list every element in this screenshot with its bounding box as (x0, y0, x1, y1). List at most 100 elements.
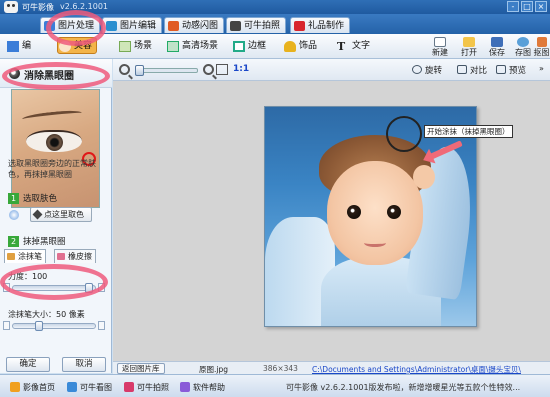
brush-size-label: 涂抹笔大小：50 像素 (8, 310, 85, 319)
new-icon (434, 37, 446, 47)
image-edit-icon (44, 21, 55, 31)
step-1: 1 选取肤色 (8, 192, 57, 204)
strength-decrease-button[interactable] (3, 283, 10, 292)
step-label: 抹掉黑眼圈 (23, 237, 66, 247)
zoom-slider[interactable] (135, 65, 198, 76)
strength-slider[interactable] (12, 283, 96, 293)
brush-size-increase-button[interactable] (98, 321, 105, 330)
slider-knob[interactable] (35, 321, 43, 331)
subtab-hd-scene[interactable]: 高清场景 (166, 38, 218, 55)
camera-icon (230, 21, 241, 31)
ok-button[interactable]: 确定 (6, 357, 50, 372)
zoom-out-icon[interactable] (119, 64, 130, 75)
edited-photo[interactable] (264, 106, 477, 327)
zoom-in-icon[interactable] (203, 64, 214, 75)
subtab-label: 饰品 (299, 41, 318, 51)
panel-title: 消除黑眼圈 (24, 71, 74, 82)
save-label: 保存 (489, 48, 505, 57)
fit-screen-icon[interactable] (216, 64, 228, 75)
expand-arrow-icon[interactable]: » (539, 64, 544, 73)
pick-color-label: 点这里取色 (44, 210, 84, 219)
close-button[interactable]: × (535, 1, 547, 12)
strength-label: 力度：100 (8, 272, 48, 281)
subtab-label: 美容 (74, 41, 93, 51)
status-camera-link[interactable]: 可牛拍照 (124, 382, 169, 393)
eyedropper-icon (32, 209, 43, 220)
open-button[interactable]: 打开 (456, 37, 482, 58)
save-button[interactable]: 保存 (484, 37, 510, 58)
minimize-button[interactable]: - (507, 1, 519, 12)
home-icon (10, 382, 20, 392)
zoom-knob[interactable] (135, 65, 144, 76)
tab-gift[interactable]: 礼品制作 (290, 17, 351, 33)
compare-button[interactable]: 对比 (457, 64, 487, 76)
app-logo-icon (4, 1, 18, 13)
status-bar: 影像首页 可牛看图 可牛拍照 软件帮助 可牛影像 v2.6.2.1001版发布啦… (0, 374, 550, 397)
canvas-toolbar: 1:1 旋转 对比 预览 » (113, 59, 550, 81)
new-button[interactable]: 新建 (427, 37, 453, 58)
tab-label: 橡皮擦 (68, 252, 92, 261)
back-to-library-button[interactable]: 返回图片库 (117, 363, 165, 374)
subtab-scene[interactable]: 场景 (118, 38, 152, 55)
eye-icon (9, 68, 20, 79)
slider-knob[interactable] (85, 283, 93, 293)
preview-button[interactable]: 预览 (496, 64, 526, 76)
window-controls: - □ × (507, 1, 547, 12)
new-label: 新建 (432, 48, 448, 57)
subtab-frame[interactable]: 边框 (232, 38, 266, 55)
tab-image-editing[interactable]: 图片编辑 (102, 17, 163, 33)
tab-label: 图片编辑 (120, 21, 157, 31)
preview-icon (496, 65, 506, 74)
status-label: 软件帮助 (193, 383, 225, 392)
main-tab-bar: 图片处理 图片编辑 动感闪图 可牛拍照 礼品制作 (0, 14, 550, 34)
brush-icon (7, 253, 15, 260)
cutout-label: 抠图 (533, 48, 550, 57)
zoom-actual-size[interactable]: 1:1 (233, 64, 249, 74)
status-help-link[interactable]: 软件帮助 (180, 382, 225, 393)
strength-increase-button[interactable] (98, 283, 105, 292)
subtab-label: 高清场景 (182, 41, 219, 51)
step-label: 选取肤色 (23, 194, 58, 204)
save-icon (491, 37, 503, 47)
gift-icon (294, 21, 305, 31)
sub-toolbar: 编 美容 场景 高清场景 边框 饰品 T 文字 新建 打开 保存 存图 抠图 (0, 34, 550, 59)
subtab-text[interactable]: T 文字 (336, 38, 370, 55)
app-name: 可牛影像 (22, 3, 54, 12)
brush-size-slider[interactable] (12, 321, 96, 331)
subtab-label: 文字 (352, 41, 371, 51)
tab-brush[interactable]: 涂抹笔 (4, 249, 46, 263)
camera-icon (124, 382, 134, 392)
subtab-beauty[interactable]: 美容 (57, 37, 98, 54)
text-icon: T (337, 40, 346, 53)
maximize-button[interactable]: □ (521, 1, 533, 12)
status-viewer-link[interactable]: 可牛看图 (67, 382, 112, 393)
tab-camera[interactable]: 可牛拍照 (226, 17, 287, 33)
subtab-edit[interactable]: 编 (6, 38, 31, 55)
rotate-button[interactable]: 旋转 (412, 64, 442, 76)
save-image-icon (517, 37, 529, 47)
canvas-area[interactable]: 开始涂抹（抹掉黑眼圈） (113, 81, 550, 361)
tab-flash-gif[interactable]: 动感闪图 (164, 17, 225, 33)
status-label: 影像首页 (23, 383, 55, 392)
news-ticker[interactable]: 可牛影像 v2.6.2.1001版发布啦，新增增暖星光等五款个性特效... (286, 382, 548, 393)
step-number: 1 (8, 193, 19, 204)
rotate-label: 旋转 (425, 66, 443, 76)
tab-label: 涂抹笔 (18, 252, 42, 261)
tab-image-processing[interactable]: 图片处理 (40, 17, 101, 33)
cancel-button[interactable]: 取消 (62, 357, 106, 372)
rotate-icon (412, 65, 422, 74)
compare-icon (457, 65, 467, 74)
help-icon (180, 382, 190, 392)
cutout-button[interactable]: 抠图 (533, 37, 550, 58)
status-home-link[interactable]: 影像首页 (10, 382, 55, 393)
brush-size-decrease-button[interactable] (3, 321, 10, 330)
subtab-label: 边框 (248, 41, 267, 51)
subtab-ornament[interactable]: 饰品 (283, 38, 317, 55)
status-label: 可牛看图 (80, 383, 112, 392)
pick-color-button[interactable]: 点这里取色 (30, 207, 92, 222)
panel-header: 消除黑眼圈 (0, 59, 112, 88)
edit-icon (7, 41, 19, 52)
brush-hint-callout: 开始涂抹（抹掉黑眼圈） (424, 125, 513, 138)
tab-eraser[interactable]: 橡皮擦 (54, 249, 96, 263)
tab-label: 动感闪图 (182, 21, 219, 31)
